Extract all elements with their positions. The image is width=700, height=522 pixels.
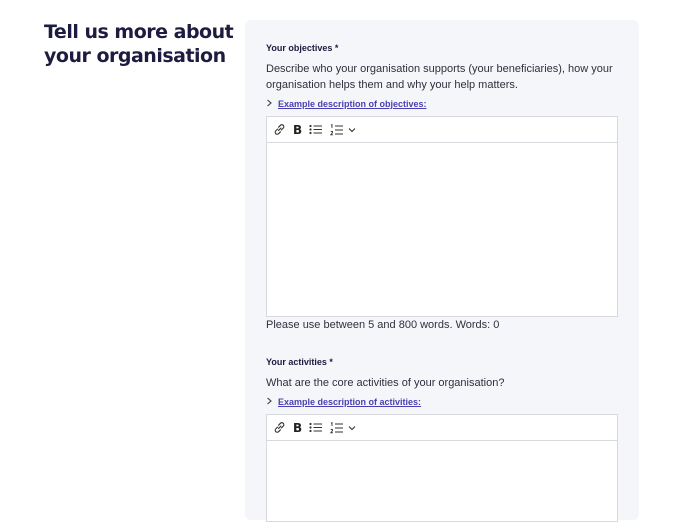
activities-field: Your activities * What are the core acti… (266, 357, 618, 522)
objectives-editor: B (266, 116, 618, 317)
activities-toolbar: B (267, 415, 617, 441)
link-icon[interactable] (273, 122, 286, 138)
chevron-right-icon (266, 397, 278, 407)
objectives-description: Describe who your organisation supports … (266, 63, 613, 91)
bullet-list-icon[interactable] (309, 420, 323, 436)
numbered-list-icon[interactable] (330, 122, 344, 138)
objectives-label: Your objectives * (266, 43, 339, 53)
activities-example-link[interactable]: Example description of activities: (278, 397, 421, 407)
activities-textarea[interactable] (267, 441, 617, 521)
chevron-down-icon[interactable] (348, 420, 356, 436)
bold-icon[interactable]: B (293, 122, 302, 138)
activities-label: Your activities * (266, 357, 333, 367)
objectives-example-link[interactable]: Example description of objectives: (278, 99, 427, 109)
objectives-toolbar: B (267, 117, 617, 143)
objectives-example-toggle[interactable]: Example description of objectives: (266, 99, 618, 109)
link-icon[interactable] (273, 420, 286, 436)
objectives-textarea[interactable] (267, 143, 617, 316)
chevron-right-icon (266, 99, 278, 109)
activities-editor: B (266, 414, 618, 522)
section-title: Tell us more about your organisation (44, 21, 234, 67)
objectives-field: Your objectives * Describe who your orga… (266, 43, 618, 331)
activities-example-toggle[interactable]: Example description of activities: (266, 397, 618, 407)
activities-description: What are the core activities of your org… (266, 377, 505, 389)
bullet-list-icon[interactable] (309, 122, 323, 138)
bold-icon[interactable]: B (293, 420, 302, 436)
chevron-down-icon[interactable] (348, 122, 356, 138)
numbered-list-icon[interactable] (330, 420, 344, 436)
objectives-word-count: Please use between 5 and 800 words. Word… (266, 319, 500, 331)
